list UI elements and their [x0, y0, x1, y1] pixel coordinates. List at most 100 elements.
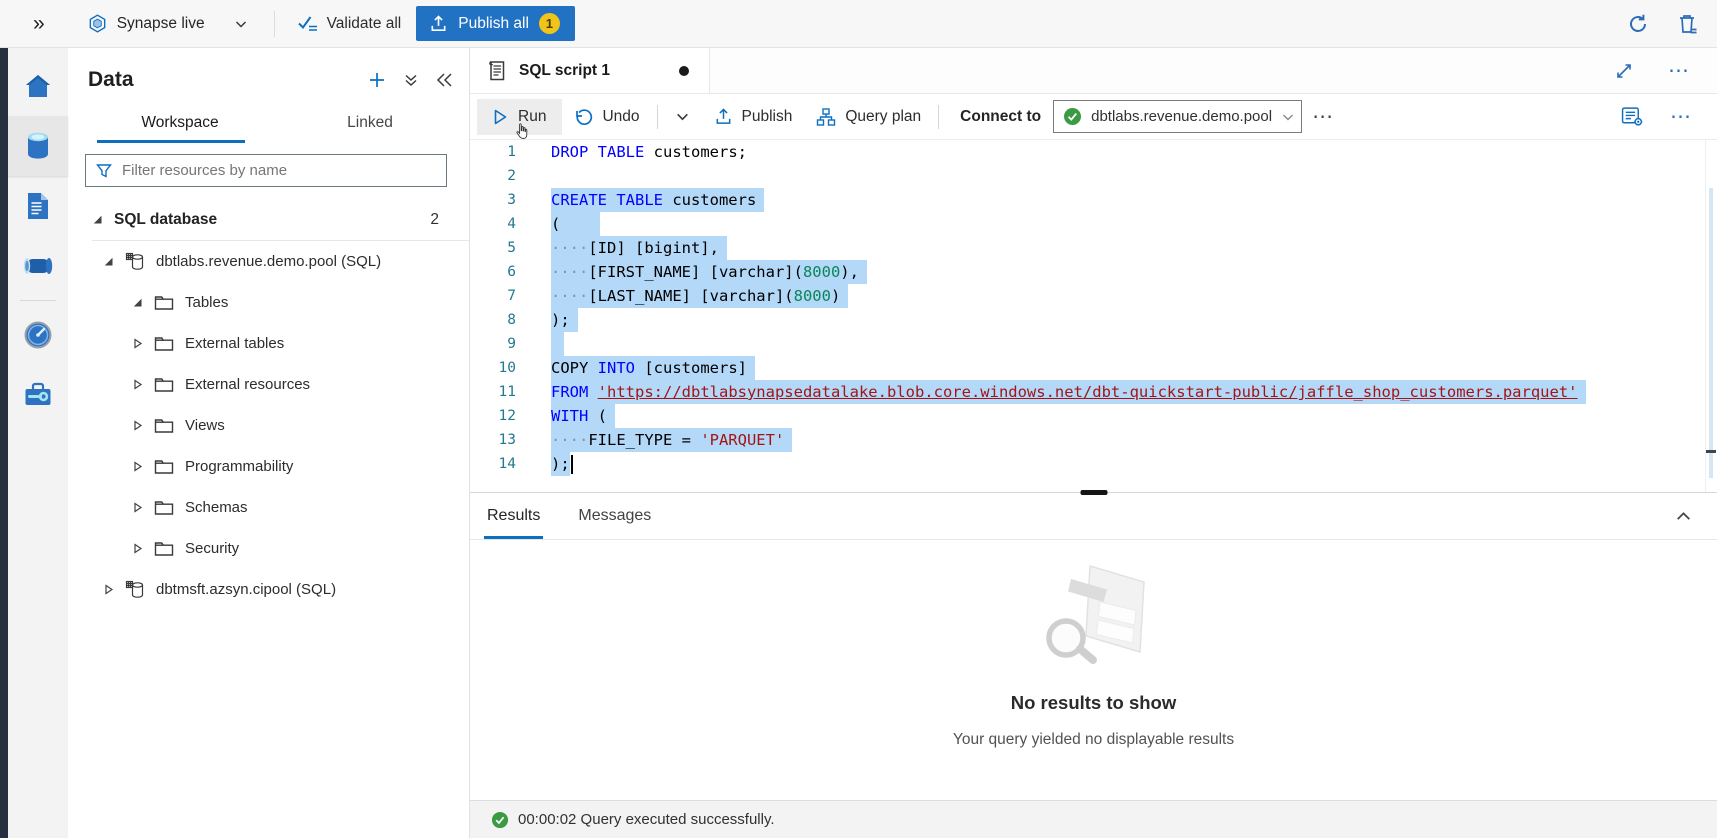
nav-data[interactable] [8, 116, 68, 176]
tab-results[interactable]: Results [484, 493, 543, 539]
code-line[interactable]: 7····[LAST_NAME] [varchar](8000) [470, 284, 1717, 308]
tree-label: Schemas [185, 499, 248, 516]
tree-item-dbtlabs-revenue-demo-pool-sql[interactable]: dbtlabs.revenue.demo.pool (SQL) [68, 241, 469, 282]
validate-all-button[interactable]: Validate all [297, 14, 402, 34]
expand-editor-icon[interactable] [1614, 61, 1634, 81]
code-line[interactable]: 11FROM 'https://dbtlabsynapsedatalake.bl… [470, 380, 1717, 404]
nav-integrate[interactable] [8, 236, 68, 296]
tree-item-security[interactable]: Security [68, 528, 469, 569]
tree-item-external-tables[interactable]: External tables [68, 323, 469, 364]
filter-box [85, 154, 447, 187]
nav-monitor[interactable] [8, 305, 68, 365]
script-toolbar: Run Undo Publish Query plan Connect to [470, 94, 1717, 140]
nav-manage[interactable] [8, 365, 68, 425]
publish-upload-icon [714, 107, 733, 126]
line-number: 12 [470, 404, 516, 428]
environment-label: Synapse live [117, 15, 205, 33]
empty-results-subtitle: Your query yielded no displayable result… [794, 731, 1394, 749]
tree-item-tables[interactable]: Tables [68, 282, 469, 323]
panel-title: Data [88, 68, 134, 92]
collapse-results-button[interactable] [1674, 493, 1693, 539]
refresh-icon[interactable] [1626, 12, 1650, 36]
code-line[interactable]: 13····FILE_TYPE = 'PARQUET' [470, 428, 1717, 452]
tree-item-programmability[interactable]: Programmability [68, 446, 469, 487]
tree-item-external-resources[interactable]: External resources [68, 364, 469, 405]
sql-pool-icon [125, 580, 145, 600]
publish-button[interactable]: Publish [702, 99, 805, 135]
more-commands-icon[interactable]: ⋯ [1302, 106, 1345, 127]
tree-item-sql-database[interactable]: SQL database 2 [68, 199, 469, 240]
tab-workspace[interactable]: Workspace [85, 104, 275, 143]
chevron-collapsed-icon[interactable] [132, 461, 143, 472]
nav-develop[interactable] [8, 176, 68, 236]
more-toolbar-icon[interactable]: ⋯ [1660, 106, 1703, 127]
chevron-expanded-icon[interactable] [132, 297, 143, 308]
expand-all-icon[interactable] [402, 71, 420, 89]
run-button[interactable]: Run [477, 99, 562, 135]
tree-item-views[interactable]: Views [68, 405, 469, 446]
status-message: 00:00:02 Query executed successfully. [518, 811, 775, 828]
publish-all-button[interactable]: Publish all 1 [416, 6, 575, 41]
line-number: 11 [470, 380, 516, 404]
undo-icon [574, 108, 593, 126]
monitor-icon [23, 320, 53, 350]
pool-select-dropdown[interactable]: dbtlabs.revenue.demo.pool [1053, 100, 1302, 133]
code-line[interactable]: 8); [470, 308, 1717, 332]
chevron-collapsed-icon[interactable] [132, 379, 143, 390]
line-number: 4 [470, 212, 516, 236]
environment-switcher[interactable]: Synapse live [87, 13, 248, 34]
tree-label: SQL database [114, 211, 217, 229]
tree-label: External tables [185, 335, 284, 352]
chevron-collapsed-icon[interactable] [103, 584, 114, 595]
chevron-collapsed-icon[interactable] [132, 502, 143, 513]
tab-messages[interactable]: Messages [575, 493, 654, 539]
code-line[interactable]: 6····[FIRST_NAME] [varchar](8000), [470, 260, 1717, 284]
chevron-expanded-icon[interactable] [92, 214, 103, 225]
tab-title: SQL script 1 [519, 62, 610, 80]
collapse-panel-icon[interactable] [435, 72, 453, 88]
chevron-collapsed-icon[interactable] [132, 543, 143, 554]
mouse-cursor [515, 123, 530, 141]
add-icon[interactable] [367, 70, 387, 90]
folder-icon [154, 335, 174, 352]
chevron-expanded-icon[interactable] [103, 256, 114, 267]
filter-input[interactable] [122, 162, 437, 179]
tree-item-dbtmsft-azsyn-cipool-sql[interactable]: dbtmsft.azsyn.cipool (SQL) [68, 569, 469, 610]
code-line[interactable]: 12WITH ( [470, 404, 1717, 428]
code-editor[interactable]: 1DROP TABLE customers;23CREATE TABLE cus… [470, 140, 1717, 492]
tab-linked[interactable]: Linked [275, 104, 465, 143]
folder-icon [154, 417, 174, 434]
code-line[interactable]: 3CREATE TABLE customers [470, 188, 1717, 212]
upload-icon [429, 14, 448, 33]
text-cursor [571, 455, 573, 474]
code-line[interactable]: 2 [470, 164, 1717, 188]
overview-ruler [1705, 140, 1717, 492]
chevron-collapsed-icon[interactable] [132, 338, 143, 349]
properties-icon[interactable] [1621, 106, 1644, 127]
code-line[interactable]: 1DROP TABLE customers; [470, 140, 1717, 164]
discard-trash-icon[interactable] [1676, 12, 1699, 36]
query-plan-icon [816, 107, 836, 127]
code-line[interactable]: 10COPY INTO [customers] [470, 356, 1717, 380]
chevron-collapsed-icon[interactable] [132, 420, 143, 431]
line-number: 9 [470, 332, 516, 356]
undo-dropdown-chevron[interactable] [663, 99, 702, 135]
line-number: 10 [470, 356, 516, 380]
tab-sql-script-1[interactable]: SQL script 1 [470, 48, 710, 93]
code-line[interactable]: 4( [470, 212, 1717, 236]
pool-name: dbtlabs.revenue.demo.pool [1091, 108, 1272, 125]
tree-label: dbtmsft.azsyn.cipool (SQL) [156, 581, 336, 598]
home-icon [23, 72, 53, 100]
tree-item-schemas[interactable]: Schemas [68, 487, 469, 528]
tree-label: External resources [185, 376, 310, 393]
expand-menu-icon[interactable]: » [33, 13, 45, 34]
splitter-handle[interactable] [1080, 490, 1107, 495]
more-actions-icon[interactable]: ⋯ [1658, 60, 1701, 81]
nav-home[interactable] [8, 56, 68, 116]
code-line[interactable]: 9 [470, 332, 1717, 356]
code-line[interactable]: 5····[ID] [bigint], [470, 236, 1717, 260]
query-plan-button[interactable]: Query plan [804, 99, 933, 135]
code-line[interactable]: 14); [470, 452, 1717, 476]
undo-button[interactable]: Undo [562, 99, 651, 135]
publish-count-badge: 1 [539, 13, 560, 34]
